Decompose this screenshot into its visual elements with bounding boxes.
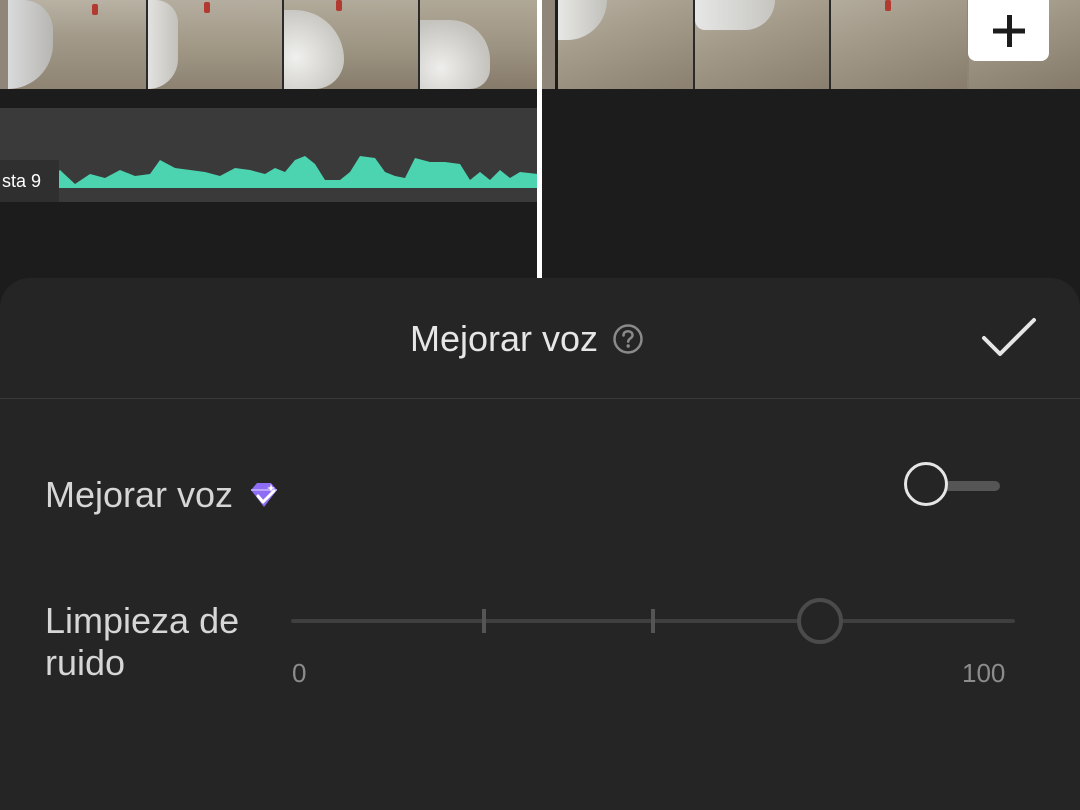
frame-divider	[693, 0, 695, 89]
slider-thumb[interactable]	[797, 598, 843, 644]
slider-min-label: 0	[292, 658, 307, 688]
premium-diamond-icon	[247, 481, 281, 509]
confirm-button[interactable]	[978, 316, 1040, 360]
noise-reduction-slider[interactable]	[291, 598, 1015, 644]
audio-track[interactable]	[0, 108, 538, 202]
enhance-voice-label: Mejorar voz	[45, 474, 234, 515]
toggle-knob	[904, 462, 948, 506]
video-frame	[557, 0, 693, 89]
enhance-voice-toggle[interactable]	[902, 460, 1002, 512]
frame-divider	[555, 0, 558, 89]
frame-divider	[146, 0, 148, 89]
panel-title-text: Mejorar voz	[410, 318, 599, 359]
frame-divider	[829, 0, 831, 89]
video-frame	[420, 0, 538, 89]
noise-reduction-label: Limpieza de ruido	[45, 600, 240, 683]
video-frame	[8, 0, 146, 89]
add-clip-icon	[992, 14, 1025, 47]
video-frame	[148, 0, 282, 89]
enhance-voice-row: Mejorar voz	[45, 474, 281, 516]
help-circle-icon[interactable]	[612, 323, 644, 355]
checkmark-icon	[982, 318, 1036, 356]
video-frame	[284, 0, 418, 89]
playhead[interactable]	[537, 0, 542, 280]
frame-divider	[418, 0, 420, 89]
frame-divider	[282, 0, 284, 89]
audio-track-label: sta 9	[0, 160, 59, 202]
panel-divider	[0, 398, 1080, 399]
video-frame	[831, 0, 967, 89]
add-clip-button[interactable]	[968, 0, 1049, 61]
video-frame	[695, 0, 829, 89]
voice-enhance-panel: Mejorar voz Mejorar voz Limpieza de ruid…	[0, 278, 1080, 810]
slider-tick	[482, 609, 486, 633]
audio-waveform	[0, 156, 538, 188]
slider-max-label: 100	[962, 658, 1006, 688]
slider-tick	[651, 609, 655, 633]
panel-title: Mejorar voz	[410, 318, 644, 360]
